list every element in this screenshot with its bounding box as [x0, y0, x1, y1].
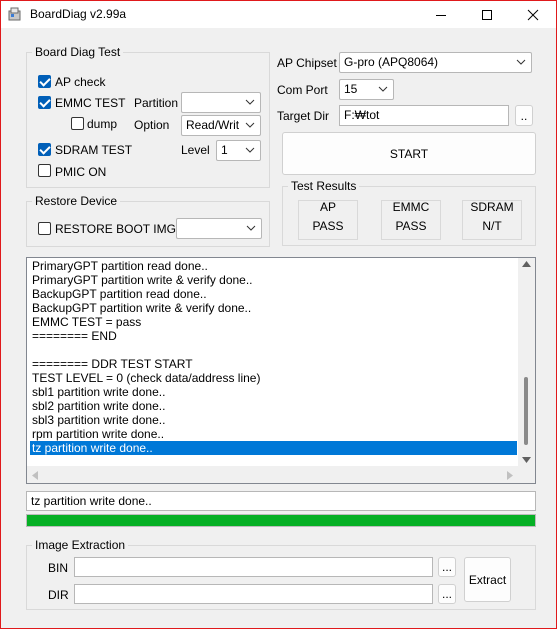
sdram-result-box: SDRAM N/T — [462, 200, 522, 240]
status-textbox[interactable]: tz partition write done.. — [26, 491, 536, 511]
client-area: Board Diag Test AP check EMMC TEST Parti… — [1, 28, 556, 628]
title-bar: BoardDiag v2.99a — [1, 1, 556, 28]
log-line[interactable]: PrimaryGPT partition write & verify done… — [30, 273, 517, 287]
sdram-result-value: N/T — [482, 219, 502, 233]
ap-chipset-label: AP Chipset — [277, 56, 337, 70]
log-line[interactable]: EMMC TEST = pass — [30, 315, 517, 329]
partition-label: Partition — [134, 96, 179, 110]
sdram-test-checkbox[interactable] — [38, 143, 51, 156]
com-port-combo[interactable]: 15 — [339, 79, 394, 100]
dir-browse-button[interactable]: ... — [438, 584, 456, 604]
target-dir-browse-button[interactable]: .. — [515, 105, 533, 126]
log-line[interactable]: sbl3 partition write done.. — [30, 413, 517, 427]
target-dir-label: Target Dir — [277, 109, 330, 123]
level-label: Level — [181, 143, 210, 157]
level-combo-value: 1 — [221, 143, 228, 157]
log-line[interactable]: sbl2 partition write done.. — [30, 399, 517, 413]
chevron-down-icon — [245, 122, 255, 128]
restore-boot-img-checkbox[interactable] — [38, 222, 51, 235]
partition-combo[interactable] — [181, 92, 261, 113]
ap-result-title: AP — [319, 200, 336, 214]
log-line[interactable]: sbl1 partition write done.. — [30, 385, 517, 399]
image-extraction-group-label: Image Extraction — [32, 538, 129, 552]
chevron-down-icon — [516, 59, 526, 65]
log-line[interactable]: BackupGPT partition write & verify done.… — [30, 301, 517, 315]
app-icon — [8, 7, 22, 21]
ap-check-label: AP check — [55, 75, 106, 89]
sdram-test-label: SDRAM TEST — [55, 143, 133, 157]
log-line-selected[interactable]: tz partition write done.. — [30, 441, 517, 455]
log-horizontal-scrollbar[interactable] — [27, 466, 535, 483]
restore-image-combo[interactable] — [176, 218, 262, 239]
minimize-button[interactable] — [418, 1, 464, 28]
level-combo[interactable]: 1 — [216, 140, 261, 161]
com-port-combo-value: 15 — [344, 82, 358, 96]
log-line[interactable]: BackupGPT partition read done.. — [30, 287, 517, 301]
bin-browse-button[interactable]: ... — [438, 557, 456, 577]
extract-button[interactable]: Extract — [464, 557, 511, 602]
minimize-icon — [436, 14, 446, 16]
log-listbox[interactable]: PrimaryGPT partition read done.. PrimaryG… — [26, 257, 536, 484]
ap-chipset-combo[interactable]: G-pro (APQ8064) — [339, 52, 532, 73]
restore-boot-img-label: RESTORE BOOT IMG — [55, 222, 176, 236]
dir-label: DIR — [48, 588, 69, 602]
log-lines: PrimaryGPT partition read done.. PrimaryG… — [30, 259, 517, 455]
log-line[interactable]: ======== DDR TEST START — [30, 357, 517, 371]
board-diag-group-label: Board Diag Test — [32, 45, 124, 59]
maximize-button[interactable] — [464, 1, 510, 28]
ap-chipset-combo-value: G-pro (APQ8064) — [344, 55, 439, 69]
ap-check-checkbox[interactable] — [38, 75, 51, 88]
option-label: Option — [134, 118, 170, 132]
bin-label: BIN — [48, 561, 69, 575]
emmc-result-box: EMMC PASS — [381, 200, 441, 240]
emmc-test-label: EMMC TEST — [55, 96, 126, 110]
chevron-down-icon — [378, 86, 388, 92]
maximize-icon — [482, 9, 492, 20]
scroll-down-icon[interactable] — [522, 457, 531, 463]
emmc-result-title: EMMC — [392, 200, 430, 214]
chevron-down-icon — [245, 99, 255, 105]
bin-path-input[interactable] — [74, 557, 433, 577]
progress-bar — [26, 514, 536, 527]
log-vertical-scrollbar[interactable] — [518, 258, 535, 467]
emmc-test-checkbox[interactable] — [38, 96, 51, 109]
test-results-group-label: Test Results — [288, 179, 360, 193]
log-line[interactable]: ======== END — [30, 329, 517, 343]
log-vertical-scroll-thumb[interactable] — [524, 377, 528, 445]
close-icon — [527, 9, 539, 20]
scroll-right-icon[interactable] — [507, 471, 513, 480]
restore-device-group-label: Restore Device — [32, 194, 121, 208]
close-button[interactable] — [510, 1, 556, 28]
window-title: BoardDiag v2.99a — [30, 7, 127, 21]
scroll-left-icon[interactable] — [32, 471, 38, 480]
option-combo-value: Read/Writ — [186, 118, 240, 132]
dump-checkbox[interactable] — [71, 117, 84, 130]
option-combo[interactable]: Read/Writ — [181, 115, 261, 136]
scroll-up-icon[interactable] — [522, 261, 531, 267]
ap-result-value: PASS — [312, 219, 344, 233]
chevron-down-icon — [245, 147, 255, 153]
emmc-result-value: PASS — [395, 219, 427, 233]
pmic-on-label: PMIC ON — [55, 165, 107, 179]
log-line[interactable]: TEST LEVEL = 0 (check data/address line) — [30, 371, 517, 385]
com-port-label: Com Port — [277, 83, 328, 97]
target-dir-input[interactable]: F:₩tot — [339, 105, 509, 126]
sdram-result-title: SDRAM — [470, 200, 514, 214]
start-button[interactable]: START — [282, 132, 536, 175]
progress-fill — [27, 515, 535, 526]
log-line[interactable] — [30, 343, 517, 357]
dir-path-input[interactable] — [74, 584, 433, 604]
dump-label: dump — [87, 117, 118, 131]
chevron-down-icon — [246, 225, 256, 231]
pmic-on-checkbox[interactable] — [38, 164, 51, 177]
ap-result-box: AP PASS — [298, 200, 358, 240]
log-line[interactable]: rpm partition write done.. — [30, 427, 517, 441]
log-line[interactable]: PrimaryGPT partition read done.. — [30, 259, 517, 273]
app-window: BoardDiag v2.99a Board Diag Test AP chec… — [0, 0, 557, 629]
